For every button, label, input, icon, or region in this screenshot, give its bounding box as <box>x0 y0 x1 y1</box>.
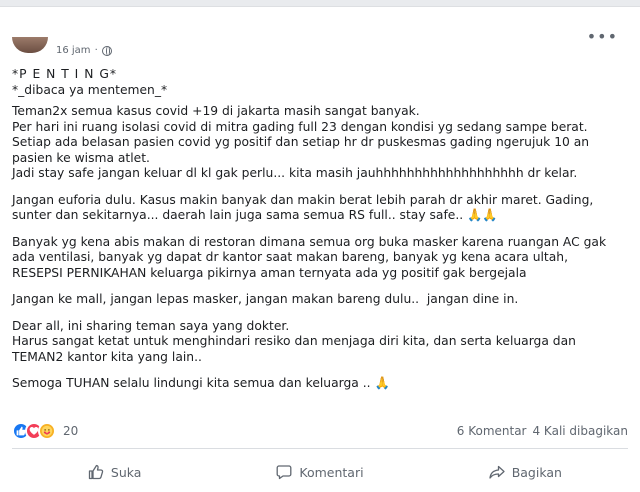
post-line: *_dibaca ya mentemen_* <box>12 82 168 97</box>
globe-icon[interactable] <box>101 45 112 56</box>
post-card: 16 jam · ••• *P E N T I N G* *_dibaca ya… <box>0 6 640 492</box>
avatar[interactable] <box>12 37 48 53</box>
post-line: Setiap ada belasan pasien covid yg posit… <box>12 135 594 165</box>
post-line: Banyak yg kena abis makan di restoran di… <box>12 234 610 280</box>
post-timestamp[interactable]: 16 jam <box>56 45 91 56</box>
share-arrow-icon <box>489 464 505 480</box>
post-line: Jangan ke mall, jangan lepas masker, jan… <box>12 292 519 306</box>
like-button[interactable]: Suka <box>12 457 217 487</box>
post-line: Teman2x semua kasus covid +19 di jakarta… <box>12 104 420 118</box>
thumbs-up-icon <box>88 464 104 480</box>
comment-bubble-icon <box>276 464 292 480</box>
share-button[interactable]: Bagikan <box>423 457 628 487</box>
post-line: Jadi stay safe jangan keluar dl kl gak p… <box>12 166 578 180</box>
comment-label: Komentari <box>299 464 364 480</box>
more-options-icon[interactable]: ••• <box>587 27 618 46</box>
post-line: Semoga TUHAN selalu lindungi kita semua … <box>12 376 390 390</box>
post-line: *P E N T I N G* <box>12 67 117 81</box>
reactions-summary[interactable]: 20 <box>12 422 78 440</box>
post-header: 16 jam · ••• <box>0 7 640 67</box>
post-line: Harus sangat ketat untuk menghindari res… <box>12 334 580 364</box>
post-stats: 20 6 Komentar 4 Kali dibagikan <box>12 421 628 441</box>
action-bar: Suka Komentari Bagikan <box>12 457 628 487</box>
comments-count[interactable]: 6 Komentar <box>457 424 527 438</box>
share-label: Bagikan <box>511 464 562 480</box>
post-meta: 16 jam · <box>56 45 112 56</box>
care-reaction-icon <box>38 422 56 440</box>
post-text: *P E N T I N G* *_dibaca ya mentemen_* T… <box>12 67 622 392</box>
post-line: Dear all, ini sharing teman saya yang do… <box>12 318 290 333</box>
post-line: Per hari ini ruang isolasi covid di mitr… <box>12 119 588 134</box>
post-line: Jangan euforia dulu. Kasus makin banyak … <box>12 192 598 223</box>
divider <box>12 448 628 449</box>
comment-button[interactable]: Komentari <box>217 457 422 487</box>
meta-separator: · <box>94 45 98 56</box>
like-label: Suka <box>110 464 142 480</box>
shares-count[interactable]: 4 Kali dibagikan <box>532 424 628 438</box>
reactions-count: 20 <box>63 424 79 438</box>
